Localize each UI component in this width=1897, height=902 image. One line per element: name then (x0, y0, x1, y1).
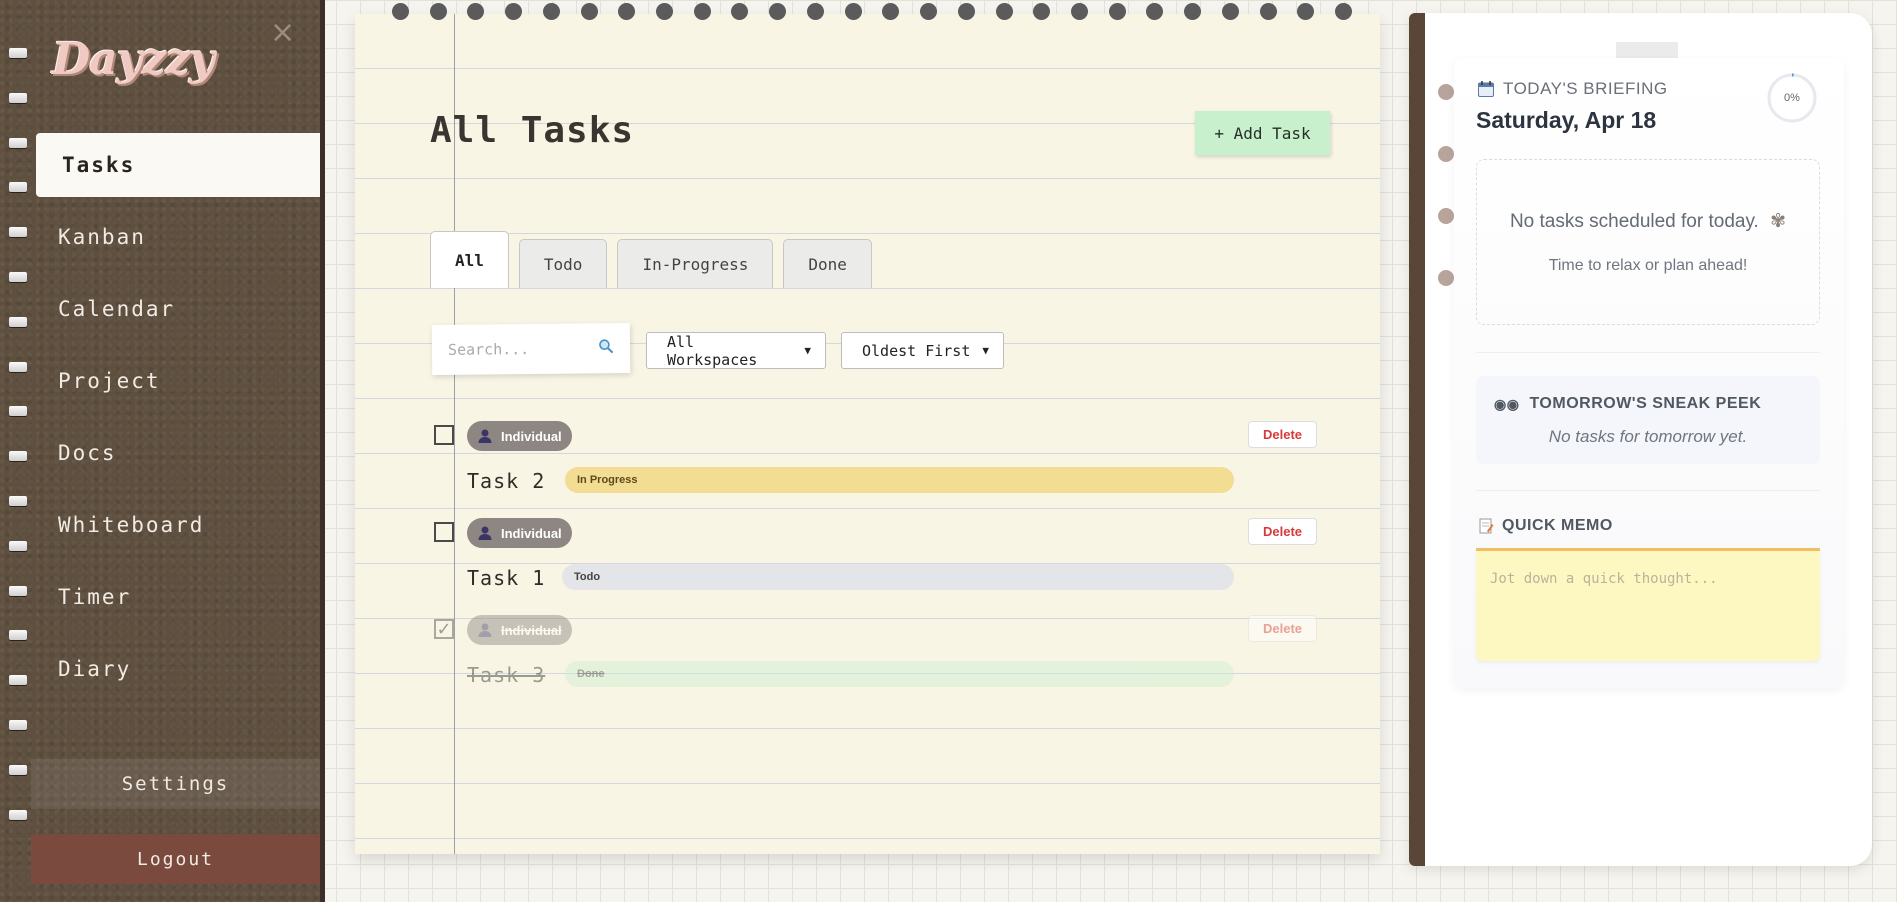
task-checkbox[interactable] (434, 425, 454, 445)
sidebar-item-label: Timer (58, 585, 132, 609)
tomorrow-empty-text: No tasks for tomorrow yet. (1548, 427, 1748, 446)
eyes-icon: ◉◉ (1494, 395, 1520, 412)
search-box (431, 322, 631, 376)
calendar-icon (1478, 81, 1494, 97)
tomorrow-box (1476, 376, 1820, 464)
task-row: Individual Delete Task 1 Todo (430, 518, 1330, 612)
task-checkbox[interactable]: ✓ (434, 619, 454, 640)
empty-today-title: No tasks scheduled for today. ✾ (1509, 210, 1787, 232)
sidebar-item-calendar[interactable]: Calendar (36, 277, 320, 341)
task-title[interactable]: Task 3 (467, 663, 545, 687)
divider (1476, 352, 1820, 353)
empty-today-subtitle: Time to relax or plan ahead! (1548, 256, 1748, 274)
workspace-badge: Individual (467, 421, 572, 451)
leaf-icon: ✾ (1770, 210, 1787, 232)
search-input[interactable] (447, 339, 579, 359)
briefing-label: TODAY'S BRIEFING (1477, 79, 1668, 99)
memo-icon (1479, 518, 1494, 534)
sidebar-item-docs[interactable]: Docs (36, 421, 320, 485)
tab-done[interactable]: Done (783, 239, 872, 288)
delete-button[interactable]: Delete (1248, 518, 1317, 545)
settings-button[interactable]: Settings (31, 759, 320, 809)
workspace-select-value: All Workspaces (667, 332, 758, 369)
app-logo: Dayzzy (52, 34, 215, 85)
status-badge: Todo (562, 564, 1234, 590)
task-row: ✓ Individual Delete Task 3 Done (430, 615, 1330, 709)
logout-button[interactable]: Logout (31, 834, 320, 884)
delete-button[interactable]: Delete (1248, 421, 1317, 448)
spiral-binding (9, 48, 29, 868)
chevron-down-icon: ▼ (804, 344, 811, 357)
sidebar-item-project[interactable]: Project (36, 349, 320, 413)
workspace-badge: Individual (467, 615, 572, 645)
progress-ring: 0% (1766, 72, 1818, 124)
sidebar-item-label: Tasks (62, 153, 136, 177)
progress-value: 0% (1784, 92, 1800, 104)
status-badge: In Progress (565, 467, 1234, 493)
search-icon[interactable] (598, 338, 614, 358)
tab-todo[interactable]: Todo (518, 239, 608, 288)
user-icon (478, 429, 492, 443)
sidebar-item-label: Calendar (58, 297, 176, 321)
sort-select-value: Oldest First (862, 341, 971, 360)
panel-holes (1438, 84, 1454, 332)
workspace-badge-label: Individual (501, 525, 562, 541)
close-icon[interactable]: × (270, 18, 295, 48)
status-badge-label: Done (577, 668, 605, 680)
task-title[interactable]: Task 1 (467, 566, 545, 590)
workspace-badge-label: Individual (501, 428, 562, 444)
page-title: All Tasks (430, 110, 635, 151)
task-row: Individual Delete Task 2 In Progress (430, 421, 1330, 515)
sidebar-item-label: Whiteboard (58, 513, 205, 537)
sidebar-item-label: Diary (58, 657, 132, 681)
memo-title: QUICK MEMO (1478, 517, 1613, 535)
sidebar-item-timer[interactable]: Timer (36, 565, 320, 629)
sidebar-item-label: Docs (58, 441, 117, 465)
divider (1476, 490, 1820, 491)
task-checkbox[interactable] (434, 522, 454, 542)
tab-all[interactable]: All (430, 231, 509, 288)
delete-button[interactable]: Delete (1248, 615, 1317, 642)
sort-select[interactable]: Oldest First ▼ (841, 332, 1004, 369)
add-task-button[interactable]: + Add Task (1195, 111, 1330, 155)
memo-textarea[interactable] (1476, 548, 1820, 661)
status-badge-label: In Progress (577, 474, 638, 486)
workspace-select[interactable]: All Workspaces ▼ (646, 332, 826, 369)
briefing-date: Saturday, Apr 18 (1476, 107, 1657, 133)
briefing-label-text: TODAY'S BRIEFING (1503, 79, 1668, 98)
sidebar-item-label: Kanban (58, 225, 146, 249)
chevron-down-icon: ▼ (982, 344, 989, 357)
tab-in-progress[interactable]: In-Progress (617, 239, 774, 288)
status-tabs: All Todo In-Progress Done (430, 231, 872, 288)
sidebar-item-whiteboard[interactable]: Whiteboard (36, 493, 320, 557)
task-title[interactable]: Task 2 (467, 469, 545, 493)
workspace-badge: Individual (467, 518, 572, 548)
sidebar-nav: Tasks Kanban Calendar Project Docs White… (36, 133, 320, 709)
user-icon (478, 526, 492, 540)
sidebar-item-kanban[interactable]: Kanban (36, 205, 320, 269)
sidebar: Dayzzy × Tasks Kanban Calendar Project D… (0, 0, 325, 902)
user-icon (478, 623, 492, 637)
sidebar-item-label: Project (58, 369, 161, 393)
notebook-rings (392, 3, 1352, 23)
sidebar-item-diary[interactable]: Diary (36, 637, 320, 701)
status-badge: Done (565, 661, 1234, 687)
empty-today-box: No tasks scheduled for today. ✾ Time to … (1476, 159, 1820, 325)
status-badge-label: Todo (574, 571, 601, 583)
tomorrow-title: ◉◉ TOMORROW'S SNEAK PEEK (1494, 395, 1762, 412)
sidebar-item-tasks[interactable]: Tasks (36, 133, 320, 197)
workspace-badge-label: Individual (501, 622, 562, 638)
